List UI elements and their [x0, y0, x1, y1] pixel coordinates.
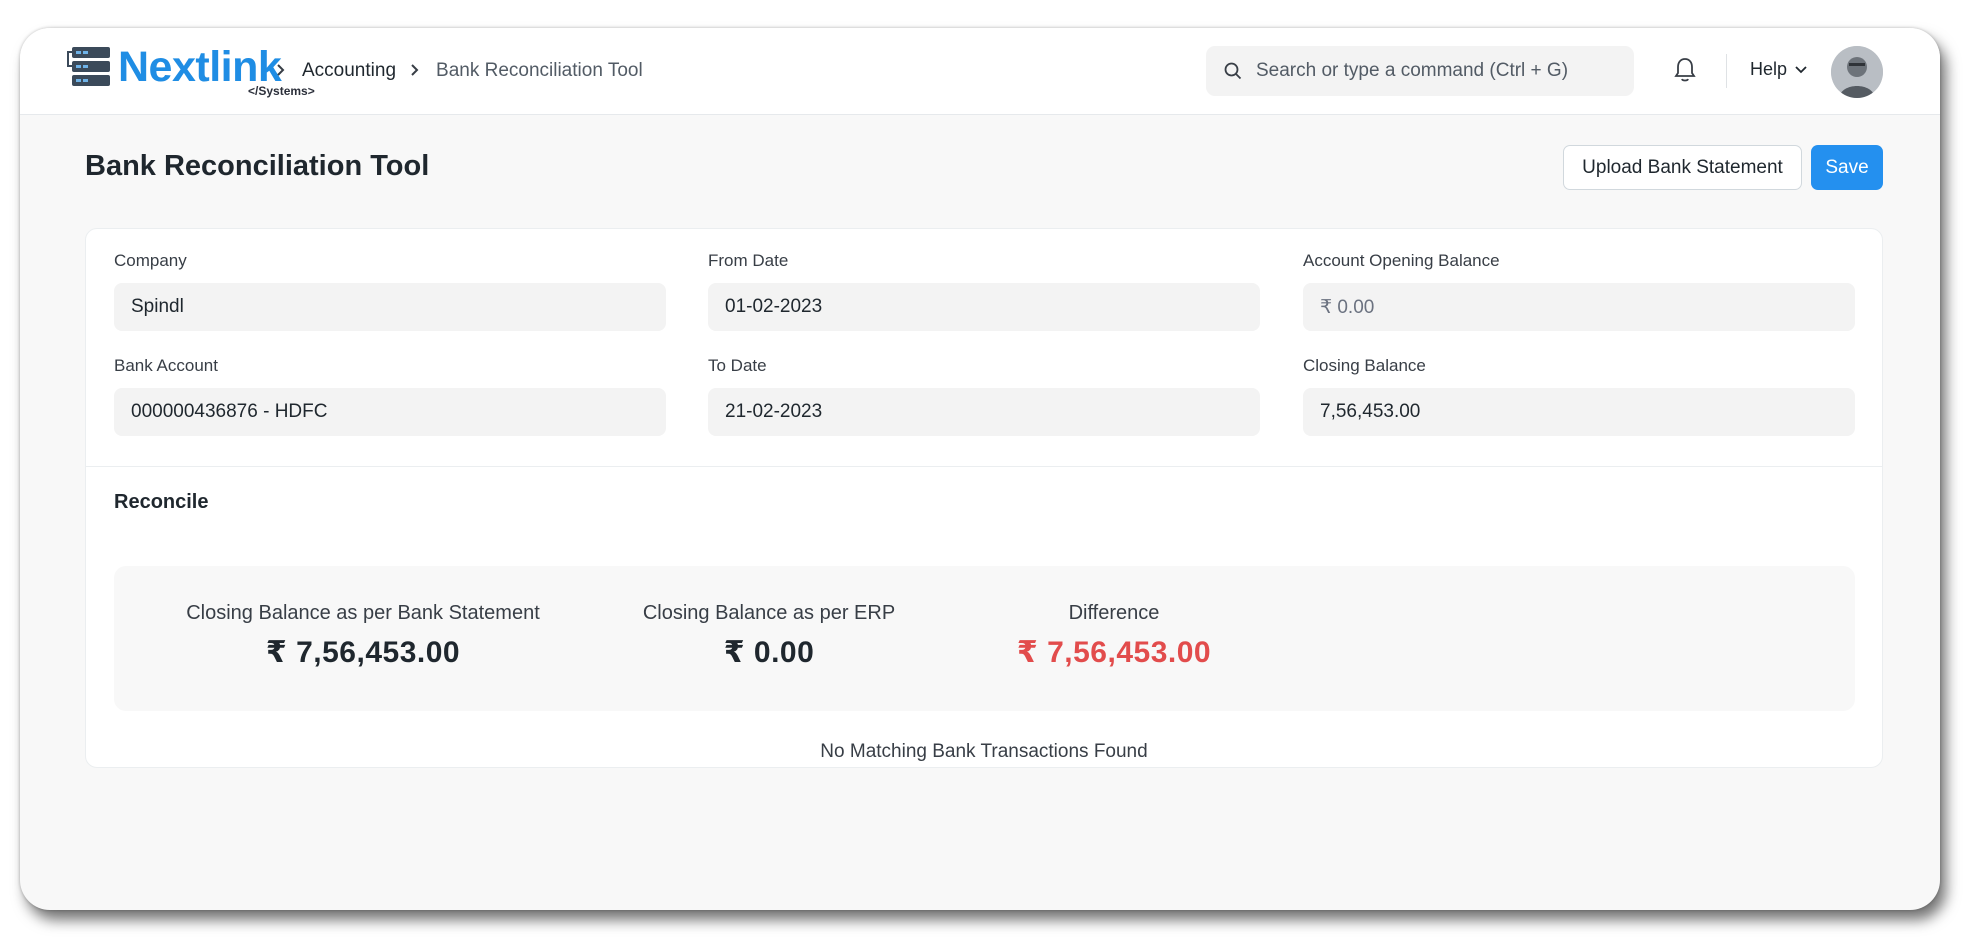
- difference-stat: Difference ₹ 7,56,453.00: [1004, 602, 1224, 670]
- company-label: Company: [114, 251, 187, 270]
- breadcrumb-bank-reconciliation-tool[interactable]: Bank Reconciliation Tool: [436, 60, 643, 82]
- nav-divider: [1726, 54, 1727, 88]
- stat-value: ₹ 0.00: [723, 636, 815, 669]
- brand-logo[interactable]: Nextlink </Systems>: [66, 43, 315, 102]
- bank-account-input[interactable]: 000000436876 - HDFC: [114, 388, 666, 436]
- empty-state-message: No Matching Bank Transactions Found: [820, 741, 1148, 762]
- upload-bank-statement-button[interactable]: Upload Bank Statement: [1563, 145, 1802, 190]
- breadcrumb: Accounting Bank Reconciliation Tool: [276, 56, 643, 86]
- brand-tagline: </Systems>: [248, 84, 315, 98]
- opening-balance-field: Account Opening Balance ₹ 0.00: [1303, 251, 1855, 331]
- navbar: Nextlink </Systems> Accounting Bank Reco…: [20, 28, 1940, 115]
- bank-statement-balance-stat: Closing Balance as per Bank Statement ₹ …: [178, 602, 548, 670]
- opening-balance-input: ₹ 0.00: [1303, 283, 1855, 331]
- search-input[interactable]: [1256, 60, 1616, 82]
- help-label: Help: [1750, 59, 1788, 79]
- to-date-input[interactable]: 21-02-2023: [708, 388, 1260, 436]
- to-date-label: To Date: [708, 356, 767, 375]
- from-date-label: From Date: [708, 251, 789, 270]
- stat-value: ₹ 7,56,453.00: [265, 636, 461, 669]
- breadcrumb-accounting[interactable]: Accounting: [302, 60, 396, 82]
- search-bar[interactable]: [1206, 46, 1634, 96]
- save-button[interactable]: Save: [1811, 145, 1883, 190]
- from-date-input[interactable]: 01-02-2023: [708, 283, 1260, 331]
- chevron-right-icon: [276, 61, 288, 82]
- closing-balance-label: Closing Balance: [1303, 356, 1426, 375]
- opening-balance-label: Account Opening Balance: [1303, 251, 1500, 270]
- stat-label: Difference: [1068, 602, 1160, 624]
- company-input[interactable]: Spindl: [114, 283, 666, 331]
- section-divider: [86, 466, 1882, 467]
- reconciliation-form-card: Company Spindl From Date 01-02-2023 Acco…: [85, 228, 1883, 768]
- erp-balance-stat: Closing Balance as per ERP ₹ 0.00: [634, 602, 904, 670]
- bell-icon[interactable]: [1674, 57, 1696, 88]
- app-window: Nextlink </Systems> Accounting Bank Reco…: [20, 28, 1940, 910]
- user-avatar-icon: [1831, 46, 1883, 98]
- chevron-down-icon: [1795, 65, 1807, 73]
- page-title: Bank Reconciliation Tool: [85, 150, 430, 182]
- reconcile-section-title: Reconcile: [114, 491, 209, 513]
- stat-label: Closing Balance as per ERP: [642, 602, 896, 624]
- server-stack-icon: [67, 47, 110, 86]
- stat-value: ₹ 7,56,453.00: [1016, 636, 1212, 669]
- closing-balance-field: Closing Balance 7,56,453.00: [1303, 356, 1855, 436]
- bank-account-label: Bank Account: [114, 356, 218, 375]
- to-date-field: To Date 21-02-2023: [708, 356, 1260, 436]
- reconcile-summary: Closing Balance as per Bank Statement ₹ …: [114, 566, 1855, 711]
- help-dropdown[interactable]: Help: [1750, 59, 1807, 80]
- search-icon: [1224, 62, 1242, 80]
- chevron-right-icon: [410, 61, 422, 82]
- stat-label: Closing Balance as per Bank Statement: [186, 602, 540, 624]
- company-field: Company Spindl: [114, 251, 666, 331]
- bank-account-field: Bank Account 000000436876 - HDFC: [114, 356, 666, 436]
- avatar[interactable]: [1831, 46, 1883, 98]
- from-date-field: From Date 01-02-2023: [708, 251, 1260, 331]
- closing-balance-input[interactable]: 7,56,453.00: [1303, 388, 1855, 436]
